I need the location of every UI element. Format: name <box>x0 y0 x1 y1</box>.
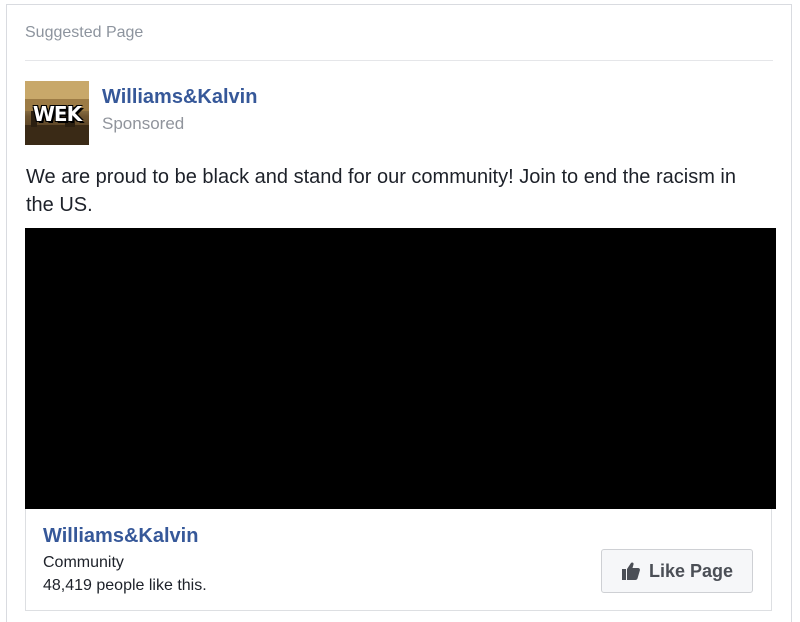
post-media[interactable] <box>25 228 776 509</box>
thumbs-up-icon <box>621 562 640 580</box>
header-divider <box>25 60 773 61</box>
page-avatar[interactable]: WEK <box>25 81 89 145</box>
page-info-name-link[interactable]: Williams&Kalvin <box>43 524 198 548</box>
page-name-link[interactable]: Williams&Kalvin <box>102 85 257 109</box>
page-likes-count: 48,419 people like this. <box>43 577 207 594</box>
suggested-page-header: Suggested Page <box>25 24 144 41</box>
sponsored-label: Sponsored <box>102 114 185 133</box>
page-category: Community <box>43 554 124 571</box>
post-text: We are proud to be black and stand for o… <box>26 166 736 216</box>
suggested-page-card: Suggested Page WEK Williams&Kalvin Spons… <box>6 4 792 622</box>
like-page-button[interactable]: Like Page <box>601 549 753 593</box>
like-page-label: Like Page <box>648 561 734 581</box>
avatar-logo-text: WEK <box>32 102 82 126</box>
page-info-box: Williams&Kalvin Community 48,419 people … <box>25 509 772 611</box>
